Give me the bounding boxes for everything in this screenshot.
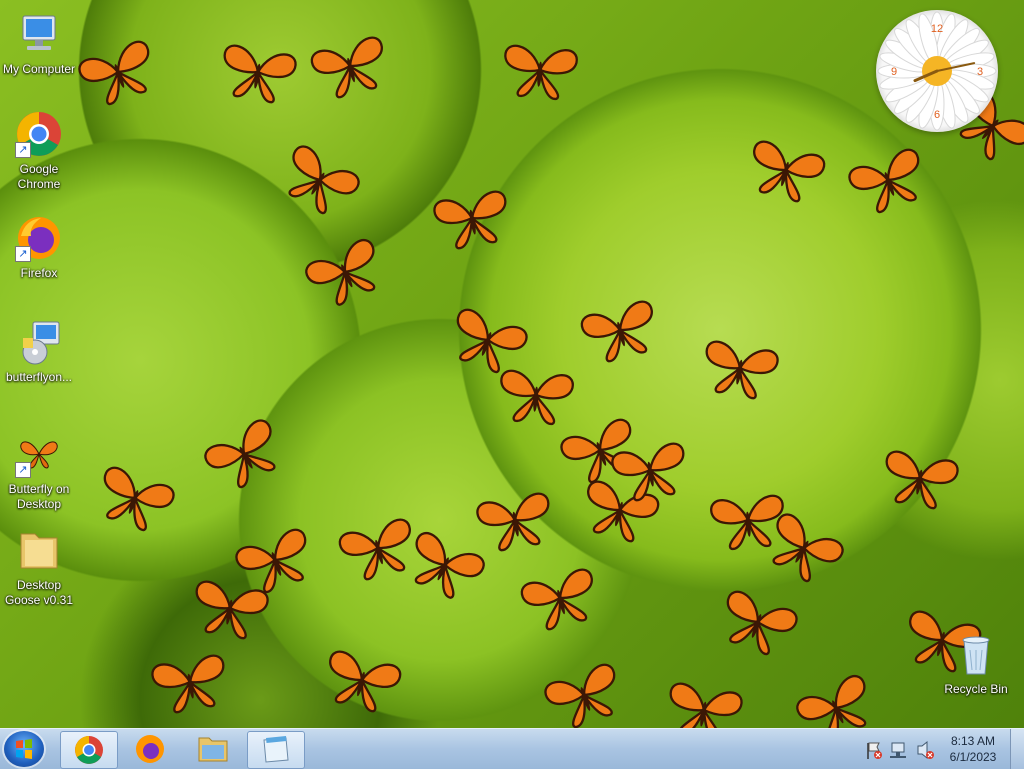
shortcut-arrow-icon: ↗ [15,142,31,158]
butterfly-sprite [329,650,402,713]
network-icon[interactable] [890,742,906,758]
desktop-icon-label: Google Chrome [17,162,61,191]
butterfly-sprite [433,190,507,250]
taskbar-notepad-button[interactable] [247,731,305,769]
butterfly-sprite [500,369,574,426]
clock-numeral-6: 6 [934,109,940,121]
desktop-icon-label: Butterfly on Desktop [8,482,70,511]
firefox-icon [136,735,164,763]
butterfly-sprite [772,513,844,583]
folder-icon [198,737,228,762]
folder-icon [15,526,63,574]
butterfly-sprite [103,466,175,532]
desktop-icon-label: Recycle Bin [944,682,1008,696]
butterfly-sprite [504,44,578,101]
taskbar-chrome-button[interactable] [60,731,118,769]
clock-numeral-3: 3 [977,66,983,78]
butterfly-sprite [796,674,867,728]
butterfly-sprite [726,590,798,656]
tray-clock[interactable]: 8:13 AM 6/1/2023 [940,733,1006,765]
recycle-bin-icon [952,630,1000,678]
tray-time: 8:13 AM [950,734,996,748]
butterfly-sprite [456,308,528,374]
desktop-icon-my-computer[interactable]: My Computer [1,10,77,77]
chrome-icon: ↗ [15,110,63,158]
show-desktop-button[interactable] [1010,729,1024,769]
desktop-icon-label: butterflyon... [5,370,73,384]
butterfly-sprite [544,663,616,728]
butterfly-icon: ↗ [15,430,63,478]
butterfly-sprite [705,340,779,400]
start-button[interactable] [4,731,44,767]
chrome-icon [75,736,103,764]
butterfly-sprite [669,682,743,728]
desktop-icon-butterfly-on-desktop[interactable]: ↗ Butterfly on Desktop [1,430,77,512]
taskbar-firefox-button[interactable] [122,731,178,767]
butterfly-sprite [195,580,269,640]
butterfly-sprite [151,654,225,714]
desktop-icon-firefox[interactable]: ↗ Firefox [1,214,77,281]
butterfly-sprite [753,140,826,203]
butterfly-sprite [288,145,360,215]
desktop-icon-google-chrome[interactable]: ↗ Google Chrome [1,110,77,192]
action-center-flag-icon[interactable] [867,742,882,759]
desktop-icon-recycle-bin[interactable]: Recycle Bin [938,630,1014,697]
installer-icon [15,318,63,366]
butterfly-sprite [338,518,411,581]
butterfly-sprite [710,494,784,551]
butterfly-overlay [78,36,1024,728]
desktop-icon-desktop-goose[interactable]: Desktop Goose v0.31 [1,526,77,608]
butterfly-sprite [78,40,150,106]
clock-numeral-9: 9 [891,66,897,78]
windows-start-icon [16,739,32,759]
butterfly-sprite [235,528,307,594]
butterfly-sprite [476,492,550,552]
taskbar-explorer-button[interactable] [185,731,241,767]
butterfly-sprite [587,480,660,543]
butterfly-sprite [580,300,653,363]
computer-icon [15,10,63,58]
desktop-icon-butterflyon-installer[interactable]: butterflyon... [1,318,77,385]
butterfly-sprite [305,238,376,306]
butterfly-sprite [414,531,485,599]
shortcut-arrow-icon: ↗ [15,246,31,262]
desktop-icon-label: Firefox [20,266,58,280]
butterfly-sprite [223,44,297,104]
notepad-icon [263,736,289,763]
butterfly-sprite [848,148,920,214]
volume-muted-icon[interactable] [917,740,934,760]
desktop-icon-label: My Computer [2,62,76,76]
tray-date: 6/1/2023 [949,750,997,764]
butterfly-sprite [204,419,276,489]
shortcut-arrow-icon: ↗ [15,462,31,478]
butterfly-sprite [611,442,685,502]
butterfly-sprite [310,36,383,99]
desktop-wallpaper: My Computer ↗ Google Chrome ↗ Firefox bu… [0,0,1024,728]
butterfly-sprite [520,568,593,631]
clock-gadget[interactable]: 12 3 6 9 [876,10,998,132]
taskbar: 8:13 AM 6/1/2023 [0,728,1024,769]
desktop-icon-label: Desktop Goose v0.31 [4,578,74,607]
clock-numeral-12: 12 [931,23,943,35]
firefox-icon: ↗ [15,214,63,262]
butterfly-sprite [885,450,959,510]
